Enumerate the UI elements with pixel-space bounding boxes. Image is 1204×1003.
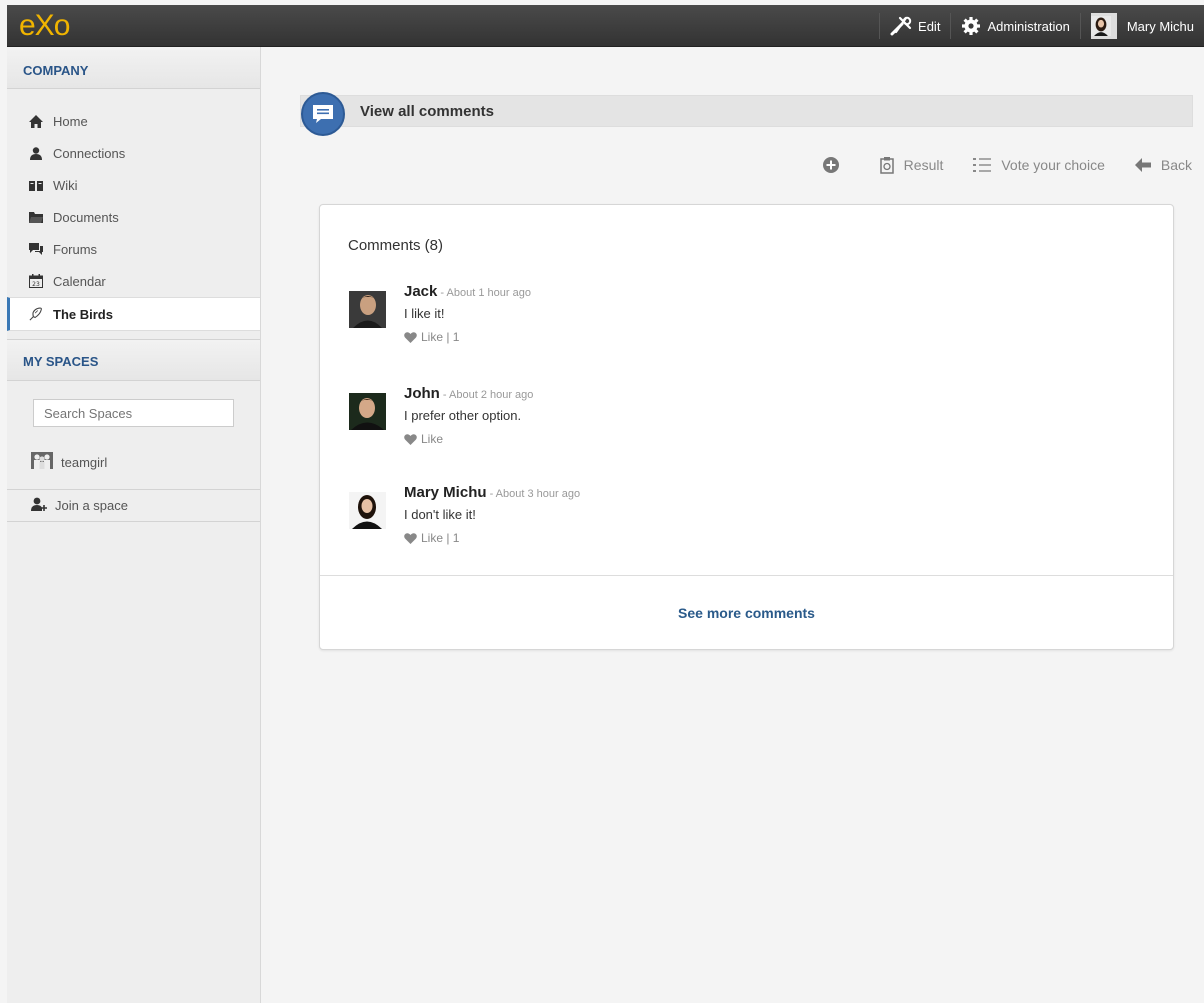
company-nav: Home Connections Wiki Documents Forums 2… <box>7 89 260 331</box>
back-button[interactable]: Back <box>1134 157 1192 173</box>
logo-text: eXo <box>19 9 70 42</box>
sidebar-item-label: Connections <box>53 145 126 161</box>
comment-time: - About 2 hour ago <box>439 389 534 401</box>
tools-icon <box>890 16 912 36</box>
comments-card: Comments (8) Jack - About 1 hour ago I l… <box>319 204 1174 650</box>
comment-body: Jack - About 1 hour ago I like it! Like … <box>404 283 1004 344</box>
top-navigation-bar: eXo Edit Administration Mary Michu <box>7 5 1204 47</box>
vote-button[interactable]: Vote your choice <box>973 157 1105 173</box>
see-more-comments-link[interactable]: See more comments <box>678 605 815 621</box>
plus-circle-icon <box>822 157 839 173</box>
comment-body: Mary Michu - About 3 hour ago I don't li… <box>404 484 1004 545</box>
space-label: teamgirl <box>61 454 108 470</box>
calendar-icon: 23 <box>29 274 43 288</box>
sidebar-item-the-birds[interactable]: The Birds <box>7 297 260 331</box>
add-user-icon <box>31 497 47 514</box>
sidebar-item-connections[interactable]: Connections <box>7 137 260 169</box>
company-header: COMPANY <box>7 47 260 89</box>
sidebar-item-label: Calendar <box>53 273 106 289</box>
comment-time: - About 3 hour ago <box>486 488 581 500</box>
my-spaces-header: MY SPACES <box>7 339 260 381</box>
result-button[interactable]: Result <box>879 156 944 174</box>
sidebar-item-documents[interactable]: Documents <box>7 201 260 233</box>
gear-icon <box>962 17 981 35</box>
action-toolbar: Result Vote your choice Back <box>792 156 1192 174</box>
svg-text:23: 23 <box>32 281 40 288</box>
heart-icon <box>404 532 417 544</box>
space-item-teamgirl[interactable]: teamgirl <box>7 447 260 477</box>
page-title: View all comments <box>360 103 494 120</box>
search-spaces-input[interactable] <box>33 399 234 427</box>
sidebar-item-label: Forums <box>53 241 98 257</box>
join-space-button[interactable]: Join a space <box>7 489 260 522</box>
sidebar-item-label: Documents <box>53 209 119 225</box>
home-icon <box>29 114 43 128</box>
edit-label: Edit <box>918 18 941 34</box>
top-actions: Edit Administration Mary Michu <box>879 5 1204 47</box>
sidebar-item-label: Home <box>53 113 88 129</box>
administration-label: Administration <box>987 18 1070 34</box>
user-menu[interactable]: Mary Michu <box>1081 5 1204 47</box>
heart-icon <box>404 331 417 343</box>
comment-text: I prefer other option. <box>404 408 522 423</box>
comment-author[interactable]: John <box>404 385 440 402</box>
like-button[interactable]: Like | 1 <box>404 531 1004 545</box>
list-icon <box>973 158 992 172</box>
chat-icon <box>29 242 43 256</box>
comments-icon <box>301 92 345 136</box>
comment-author[interactable]: Jack <box>404 283 437 300</box>
bird-icon <box>29 307 43 321</box>
comment-text: I like it! <box>404 306 445 321</box>
user-avatar <box>1090 13 1117 39</box>
comment-author[interactable]: Mary Michu <box>404 484 487 501</box>
exo-logo[interactable]: eXo <box>19 9 70 43</box>
like-label: Like <box>421 432 444 446</box>
sidebar-item-home[interactable]: Home <box>7 105 260 137</box>
back-label: Back <box>1160 157 1192 173</box>
like-button[interactable]: Like <box>404 432 1004 446</box>
comment-time: - About 1 hour ago <box>437 287 531 299</box>
comment-text: I don't like it! <box>404 507 476 522</box>
arrow-left-icon <box>1134 158 1151 172</box>
folder-icon <box>29 210 43 224</box>
like-label: Like | 1 <box>421 330 460 344</box>
add-button[interactable] <box>822 156 850 174</box>
like-button[interactable]: Like | 1 <box>404 330 1004 344</box>
sidebar-item-calendar[interactable]: 23 Calendar <box>7 265 260 297</box>
book-icon <box>29 178 43 192</box>
edit-button[interactable]: Edit <box>880 5 950 47</box>
result-label: Result <box>903 157 944 173</box>
avatar <box>349 291 386 328</box>
card-footer: See more comments <box>320 575 1173 649</box>
like-label: Like | 1 <box>421 531 460 545</box>
vote-label: Vote your choice <box>1001 157 1105 173</box>
clipboard-icon <box>879 157 894 174</box>
sidebar-item-forums[interactable]: Forums <box>7 233 260 265</box>
comment-body: John - About 2 hour ago I prefer other o… <box>404 385 1004 446</box>
sidebar-item-label: The Birds <box>53 306 113 322</box>
group-icon <box>31 452 53 472</box>
sidebar: COMPANY Home Connections Wiki Documents … <box>7 47 261 1003</box>
join-space-label: Join a space <box>55 498 128 513</box>
user-name: Mary Michu <box>1126 18 1194 34</box>
heart-icon <box>404 433 417 445</box>
administration-button[interactable]: Administration <box>951 5 1079 47</box>
sidebar-item-label: Wiki <box>53 177 78 193</box>
comments-title: Comments (8) <box>348 237 444 254</box>
avatar <box>349 393 386 430</box>
user-icon <box>29 146 43 160</box>
sidebar-item-wiki[interactable]: Wiki <box>7 169 260 201</box>
avatar <box>349 492 386 529</box>
